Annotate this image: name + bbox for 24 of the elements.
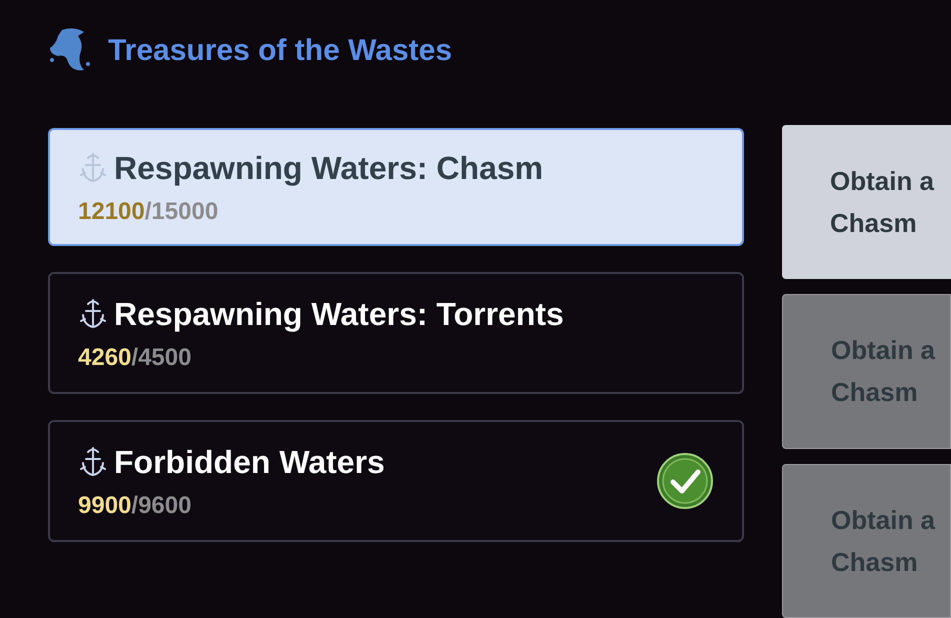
progress-required: 15000 bbox=[151, 197, 218, 227]
objective-label: Obtain a Chasm bbox=[831, 504, 936, 579]
objective-label: Obtain a Chasm bbox=[831, 334, 936, 410]
objective-label: Obtain a Chasm bbox=[830, 165, 936, 240]
quest-row[interactable]: Respawning Waters: Chasm 12100/15000 bbox=[48, 128, 744, 246]
page-title: Treasures of the Wastes bbox=[108, 32, 452, 68]
progress-required: 4500 bbox=[138, 343, 192, 373]
quest-name: Respawning Waters: Chasm bbox=[114, 149, 544, 188]
anchor-emblem-icon bbox=[78, 151, 108, 185]
progress-required: 9600 bbox=[138, 491, 192, 521]
quest-row[interactable]: Forbidden Waters 9900/9600 bbox=[48, 420, 744, 542]
progress-separator: / bbox=[131, 491, 138, 521]
progress-separator: / bbox=[131, 343, 138, 373]
progress-current: 4260 bbox=[78, 343, 132, 373]
anchor-emblem-icon bbox=[78, 297, 108, 331]
quest-row[interactable]: Respawning Waters: Torrents 4260/4500 bbox=[48, 272, 744, 394]
progress-current: 9900 bbox=[78, 491, 132, 521]
quest-name: Respawning Waters: Torrents bbox=[114, 295, 564, 334]
progress-separator: / bbox=[144, 197, 152, 227]
anchor-emblem-icon bbox=[78, 445, 108, 479]
objective-card[interactable]: Obtain a Chasm bbox=[782, 125, 951, 280]
check-icon bbox=[656, 452, 714, 510]
progress-current: 12100 bbox=[78, 197, 145, 227]
quest-name: Forbidden Waters bbox=[114, 443, 385, 482]
